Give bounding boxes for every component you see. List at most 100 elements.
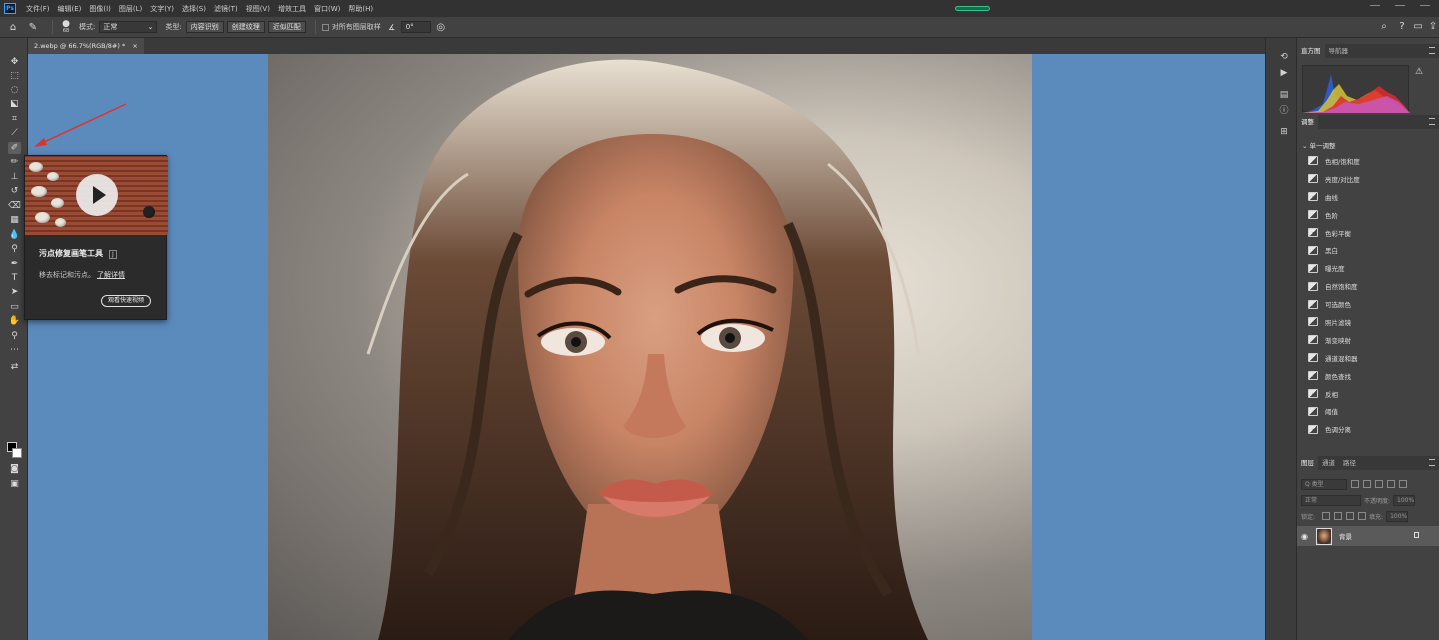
layer-row-background[interactable]: ◉ 背景: [1297, 526, 1439, 546]
filter-shape-icon[interactable]: [1387, 480, 1395, 488]
blend-mode-select[interactable]: 正常: [1301, 494, 1361, 506]
adjustment-threshold[interactable]: 阈值: [1302, 402, 1427, 420]
tooltip-video-preview[interactable]: [25, 156, 168, 235]
zoom-tool-icon[interactable]: ⚲: [8, 330, 21, 342]
histogram-warning-icon[interactable]: ⚠: [1415, 67, 1423, 77]
adjustment-invert[interactable]: 反相: [1302, 385, 1427, 403]
tab-channels[interactable]: 通道: [1318, 456, 1339, 470]
adjustment-curves[interactable]: 曲线: [1302, 188, 1427, 206]
document-tab[interactable]: 2.webp @ 66.7%(RGB/8#) * ×: [28, 38, 144, 54]
eraser-tool-icon[interactable]: ⌫: [8, 200, 21, 212]
angle-input[interactable]: 0°: [400, 21, 431, 33]
minimize-icon[interactable]: [1370, 0, 1380, 6]
share-icon[interactable]: ⇪: [1426, 20, 1439, 34]
object-selection-tool-icon[interactable]: ⬕: [8, 98, 21, 110]
menu-select[interactable]: 选择(S): [178, 4, 210, 14]
filter-adjustment-icon[interactable]: [1363, 480, 1371, 488]
adjustment-exposure[interactable]: 曝光度: [1302, 259, 1427, 277]
help-icon[interactable]: ?: [1395, 20, 1409, 34]
lasso-tool-icon[interactable]: ◌: [8, 84, 21, 96]
eyedropper-tool-icon[interactable]: ⟋: [8, 127, 21, 139]
swap-colors-icon[interactable]: ⇄: [8, 361, 21, 373]
opacity-input[interactable]: 100%: [1393, 494, 1416, 506]
adjustment-levels[interactable]: 色阶: [1302, 206, 1427, 224]
learn-more-link[interactable]: 了解详情: [97, 271, 125, 279]
type-create-texture-button[interactable]: 创建纹理: [226, 21, 265, 33]
pressure-size-icon[interactable]: ◎: [434, 20, 448, 34]
search-icon[interactable]: ⌕: [1377, 20, 1391, 34]
history-brush-tool-icon[interactable]: ↺: [8, 185, 21, 197]
watch-quick-video-button[interactable]: 观看快速视频: [101, 295, 152, 307]
hand-tool-icon[interactable]: ✋: [8, 315, 21, 327]
adjustment-color-balance[interactable]: 色彩平衡: [1302, 224, 1427, 242]
path-selection-tool-icon[interactable]: ➤: [8, 286, 21, 298]
menu-window[interactable]: 窗口(W): [310, 4, 344, 14]
type-proximity-match-button[interactable]: 近似匹配: [267, 21, 306, 33]
tab-layers[interactable]: 图层: [1297, 456, 1318, 470]
marquee-tool-icon[interactable]: ⬚: [8, 70, 21, 82]
menu-layer[interactable]: 图层(L): [115, 4, 146, 14]
lock-image-icon[interactable]: [1334, 512, 1343, 520]
libraries-icon[interactable]: ⊞: [1279, 127, 1289, 137]
adjustment-gradient-map[interactable]: 渐变映射: [1302, 331, 1427, 349]
type-tool-icon[interactable]: T: [8, 272, 21, 284]
canvas-area[interactable]: [28, 54, 1265, 640]
lock-transparent-icon[interactable]: [1322, 512, 1331, 520]
history-icon[interactable]: ⟲: [1279, 52, 1289, 62]
spot-healing-brush-preset-icon[interactable]: ✎: [26, 20, 40, 34]
blur-tool-icon[interactable]: 💧: [8, 229, 21, 241]
filter-pixel-icon[interactable]: [1351, 480, 1359, 488]
lock-position-icon[interactable]: [1346, 512, 1355, 520]
workspace-icon[interactable]: ▭: [1411, 20, 1425, 34]
adjustments-group-header[interactable]: ⌄ 单一调整: [1302, 140, 1427, 152]
adjustment-posterize[interactable]: 色调分离: [1302, 420, 1427, 438]
background-color-swatch[interactable]: [12, 448, 22, 458]
adjustment-selective-color[interactable]: 可选颜色: [1302, 295, 1427, 313]
play-button[interactable]: [76, 174, 118, 216]
tab-navigator[interactable]: 导航器: [1325, 44, 1353, 58]
panel-menu-icon[interactable]: [1429, 118, 1435, 125]
close-window-icon[interactable]: [1420, 0, 1430, 6]
menu-image[interactable]: 图像(I): [85, 4, 115, 14]
pen-tool-icon[interactable]: ✒: [8, 258, 21, 270]
gradient-tool-icon[interactable]: ▦: [8, 214, 21, 226]
clone-stamp-tool-icon[interactable]: ⊥: [8, 171, 21, 183]
type-content-aware-button[interactable]: 内容识别: [185, 21, 224, 33]
quick-mask-icon[interactable]: ◙: [8, 463, 21, 475]
dodge-tool-icon[interactable]: ⚲: [8, 243, 21, 255]
filter-type-icon[interactable]: [1375, 480, 1383, 488]
adjustment-photo-filter[interactable]: 照片滤镜: [1302, 313, 1427, 331]
adjustment-vibrance[interactable]: 自然饱和度: [1302, 277, 1427, 295]
tab-adjustments[interactable]: 调整: [1297, 115, 1318, 129]
portrait-image[interactable]: [268, 54, 1032, 640]
fill-input[interactable]: 100%: [1386, 510, 1409, 522]
layer-kind-filter[interactable]: Q 类型: [1301, 478, 1347, 490]
adjustment-channel-mixer[interactable]: 通道混和器: [1302, 349, 1427, 367]
visibility-eye-icon[interactable]: ◉: [1301, 532, 1311, 541]
adjustment-brightness-contrast[interactable]: 亮度/对比度: [1302, 170, 1427, 188]
menu-plugins[interactable]: 增效工具: [274, 4, 310, 14]
close-tab-icon[interactable]: ×: [132, 42, 137, 50]
properties-icon[interactable]: ▤: [1279, 90, 1289, 100]
brush-tool-icon[interactable]: ✏: [8, 156, 21, 168]
home-icon[interactable]: ⌂: [6, 20, 20, 34]
menu-type[interactable]: 文字(Y): [146, 4, 178, 14]
tab-histogram[interactable]: 直方图: [1297, 44, 1325, 58]
lock-all-icon[interactable]: [1358, 512, 1367, 520]
menu-view[interactable]: 视图(V): [242, 4, 274, 14]
actions-play-icon[interactable]: ▶: [1279, 68, 1289, 78]
panel-menu-icon[interactable]: [1429, 459, 1435, 466]
more-tools-icon[interactable]: ⋯: [8, 344, 21, 356]
info-icon[interactable]: ⓘ: [1279, 106, 1289, 116]
panel-menu-icon[interactable]: [1429, 47, 1435, 54]
screen-mode-icon[interactable]: ▣: [8, 478, 21, 490]
spot-healing-brush-tool-icon[interactable]: ✐: [8, 142, 21, 154]
adjustment-black-white[interactable]: 黑白: [1302, 241, 1427, 259]
adjustment-color-lookup[interactable]: 颜色查找: [1302, 367, 1427, 385]
sample-all-layers-checkbox[interactable]: [321, 23, 329, 31]
crop-tool-icon[interactable]: ⌗: [8, 113, 21, 125]
mode-select[interactable]: 正常 ⌄: [99, 21, 158, 33]
filter-smart-object-icon[interactable]: [1399, 480, 1407, 488]
tab-paths[interactable]: 路径: [1339, 456, 1360, 470]
menu-help[interactable]: 帮助(H): [344, 4, 377, 14]
